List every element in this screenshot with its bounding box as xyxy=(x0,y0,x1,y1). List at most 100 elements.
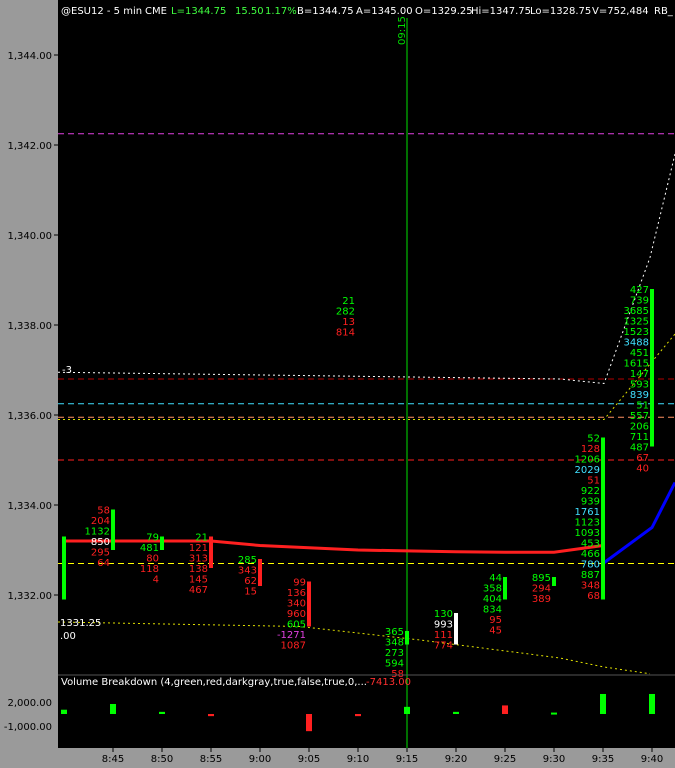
footprint-value: 21 xyxy=(342,296,355,307)
footprint-value: 44 xyxy=(489,573,502,584)
price-bar xyxy=(258,559,262,586)
time-tick-label: 8:55 xyxy=(200,754,222,765)
time-tick-label: 9:20 xyxy=(445,754,467,765)
footprint-value: 206 xyxy=(630,422,649,433)
footprint-value: 774 xyxy=(434,641,453,652)
volume-bar xyxy=(306,714,312,732)
footprint-value: 340 xyxy=(287,599,306,610)
time-tick-label: 9:00 xyxy=(249,754,271,765)
time-tick-label: 9:05 xyxy=(298,754,320,765)
footprint-value: 285 xyxy=(238,555,257,566)
footprint-value: 95 xyxy=(489,615,502,626)
footprint-value: 294 xyxy=(532,584,551,595)
price-bar xyxy=(111,509,115,550)
footprint-value: 4 xyxy=(153,575,159,586)
footprint-value: 121 xyxy=(189,543,208,554)
volume-tick-upper: 2,000.00 xyxy=(7,698,52,709)
footprint-value: 487 xyxy=(630,443,649,454)
header-bid: B=1344.75 xyxy=(297,6,354,17)
footprint-value: 1615 xyxy=(624,359,649,370)
header-symbol: @ESU12 - 5 min xyxy=(61,6,142,17)
footprint-value: 453 xyxy=(581,539,600,550)
volume-bar xyxy=(404,706,410,714)
footprint-value: 136 xyxy=(287,588,306,599)
footprint-value: 80 xyxy=(146,554,159,565)
volume-panel-value: -7413.00 xyxy=(366,677,411,688)
price-bar xyxy=(650,289,654,447)
footprint-value: 130 xyxy=(434,609,453,620)
footprint-value: 389 xyxy=(532,594,551,605)
footprint-value: 62 xyxy=(244,576,257,587)
volume-bar xyxy=(61,709,67,714)
price-bar xyxy=(503,577,507,600)
price-chart[interactable]: @ESU12 - 5 min CME L=1344.75 15.50 1.17%… xyxy=(0,0,675,768)
price-tick-label: 1,338.00 xyxy=(7,321,52,332)
footprint-value: 348 xyxy=(385,638,404,649)
price-tick-label: 1,336.00 xyxy=(7,411,52,422)
price-bar xyxy=(552,577,556,586)
footprint-value: 939 xyxy=(581,497,600,508)
price-bar xyxy=(454,613,458,645)
header-change: 15.50 xyxy=(235,6,264,17)
footprint-value: 814 xyxy=(336,328,355,339)
time-tick-label: 9:10 xyxy=(347,754,369,765)
header-extra: RB_ xyxy=(654,6,674,17)
header-ask: A=1345.00 xyxy=(356,6,413,17)
volume-bar xyxy=(600,693,606,714)
price-bar xyxy=(62,536,66,600)
footprint-value: 128 xyxy=(581,444,600,455)
footprint-value: 466 xyxy=(581,549,600,560)
footprint-value: 839 xyxy=(630,390,649,401)
price-tick-label: 1,342.00 xyxy=(7,141,52,152)
footprint-value: 343 xyxy=(238,566,257,577)
prev-close-sub-label: .00 xyxy=(60,631,76,642)
header-volume: V=752,484 xyxy=(592,6,649,17)
footprint-value: 427 xyxy=(630,285,649,296)
time-tick-label: 9:40 xyxy=(641,754,663,765)
footprint-value: 993 xyxy=(434,620,453,631)
price-bar xyxy=(601,437,605,600)
time-tick-label: 8:45 xyxy=(102,754,124,765)
footprint-value: 64 xyxy=(97,558,110,569)
header-exchange: CME xyxy=(145,6,167,17)
time-tick-label: 8:50 xyxy=(151,754,173,765)
footprint-value: 1206 xyxy=(575,455,600,466)
price-tick-label: 1,332.00 xyxy=(7,591,52,602)
footprint-value: 711 xyxy=(630,432,649,443)
volume-bar xyxy=(355,714,361,717)
footprint-value: 99 xyxy=(293,578,306,589)
footprint-value: 557 xyxy=(630,411,649,422)
header-change-pct: 1.17% xyxy=(265,6,297,17)
header-last: L=1344.75 xyxy=(171,6,226,17)
footprint-value: -1271 xyxy=(277,630,306,641)
footprint-value: 295 xyxy=(91,548,110,559)
volume-bar xyxy=(502,705,508,714)
prev-close-label: 1331.25 xyxy=(60,618,101,629)
footprint-value: 204 xyxy=(91,516,110,527)
header: @ESU12 - 5 min CME L=1344.75 15.50 1.17%… xyxy=(61,6,674,17)
footprint-value: 138 xyxy=(189,564,208,575)
price-tick-label: 1,340.00 xyxy=(7,231,52,242)
footprint-value: 147 xyxy=(630,369,649,380)
footprint-value: 51 xyxy=(636,401,649,412)
volume-bar xyxy=(649,693,655,714)
footprint-value: 922 xyxy=(581,486,600,497)
footprint-value: 273 xyxy=(385,648,404,659)
footprint-value: 1087 xyxy=(281,641,306,652)
footprint-value: 58 xyxy=(97,506,110,517)
price-bar xyxy=(307,581,311,627)
footprint-value: 404 xyxy=(483,594,502,605)
header-open: O=1329.25 xyxy=(415,6,473,17)
price-bar xyxy=(209,536,213,568)
footprint-value: 3488 xyxy=(624,338,649,349)
volume-bar xyxy=(110,703,116,714)
price-axis-panel xyxy=(0,0,58,768)
footprint-value: 282 xyxy=(336,307,355,318)
footprint-value: 1523 xyxy=(624,327,649,338)
footprint-value: 467 xyxy=(189,585,208,596)
footprint-value: 111 xyxy=(434,630,453,641)
footprint-value: 358 xyxy=(483,584,502,595)
footprint-value: 67 xyxy=(636,453,649,464)
time-tick-label: 9:30 xyxy=(543,754,565,765)
header-high: Hi=1347.75 xyxy=(471,6,531,17)
